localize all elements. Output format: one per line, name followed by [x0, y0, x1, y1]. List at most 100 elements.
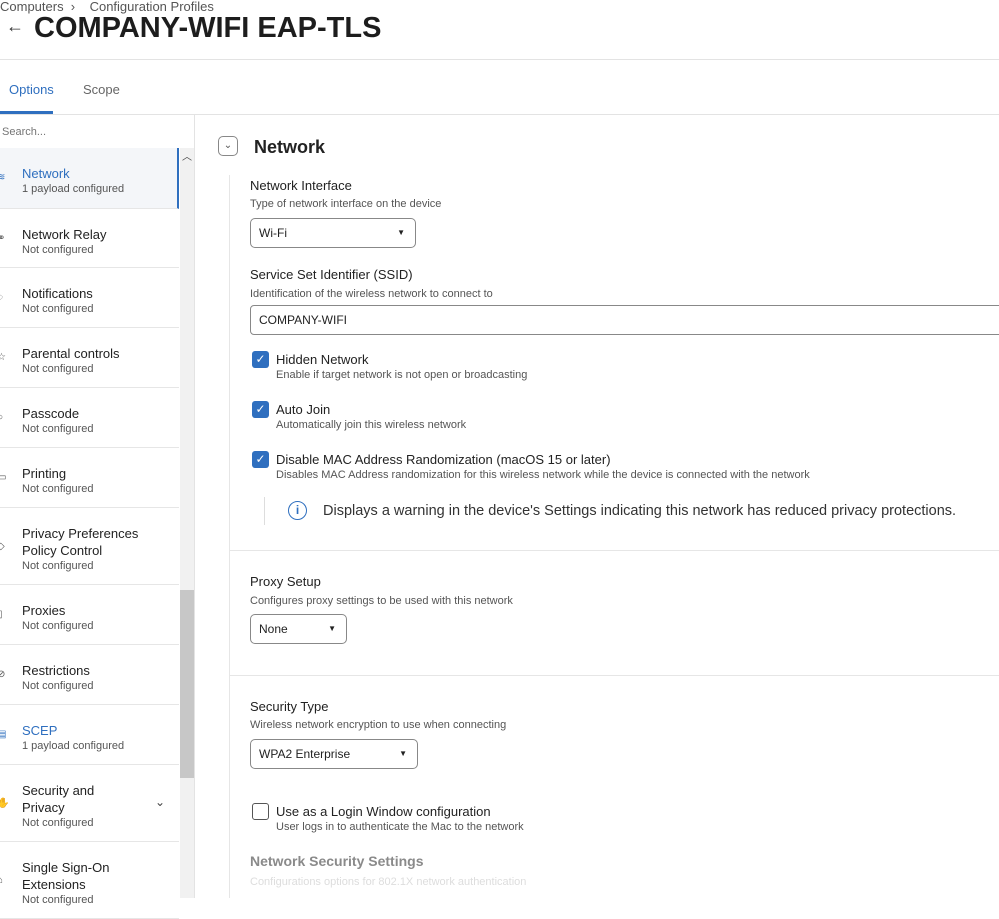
select-value: WPA2 Enterprise [259, 747, 351, 761]
auto-join-checkbox[interactable]: ✓ [252, 401, 269, 418]
sidebar-scrollbar[interactable] [180, 148, 194, 898]
scrollbar-thumb[interactable] [180, 590, 194, 778]
parental-icon: ☆ [0, 352, 6, 363]
proxy-setup-select[interactable]: None ▼ [250, 614, 347, 644]
security-type-select[interactable]: WPA2 Enterprise ▼ [250, 739, 418, 769]
warning-bar [264, 497, 265, 525]
login-window-label: Use as a Login Window configuration [276, 804, 491, 819]
sidebar-item-status: 1 payload configured [22, 183, 125, 195]
sidebar-item-label: Single Sign-On Extensions [22, 860, 110, 892]
sidebar-item-proxies[interactable]: ▯ Proxies Not configured [0, 585, 179, 645]
security-type-desc: Wireless network encryption to use when … [250, 719, 507, 731]
sidebar-item-label: Notifications [22, 286, 93, 301]
printer-icon: ▭ [0, 472, 7, 483]
wifi-icon: ≋ [0, 172, 6, 183]
caret-down-icon: ▼ [328, 624, 336, 633]
divider [230, 550, 999, 551]
sidebar-item-status: 1 payload configured [22, 740, 125, 752]
network-interface-label: Network Interface [250, 178, 352, 193]
select-value: Wi-Fi [259, 226, 287, 240]
sidebar-item-restrictions[interactable]: ⊘ Restrictions Not configured [0, 645, 179, 705]
sidebar-item-single-sign-on[interactable]: ⌂ Single Sign-On Extensions Not configured [0, 842, 179, 919]
sidebar-item-label: Network Relay [22, 227, 107, 242]
sidebar-item-status: Not configured [22, 244, 94, 256]
sidebar-item-label: Parental controls [22, 346, 120, 361]
sidebar-item-status: Not configured [22, 894, 94, 906]
divider [194, 115, 195, 898]
sidebar-item-privacy-preferences[interactable]: ◇ Privacy Preferences Policy Control Not c… [0, 508, 179, 585]
disable-mac-randomization-checkbox[interactable]: ✓ [252, 451, 269, 468]
info-icon: i [288, 501, 307, 520]
sidebar-item-notifications[interactable]: ◌ Notifications Not configured [0, 268, 179, 328]
tab-scope[interactable]: Scope [83, 82, 120, 97]
proxy-setup-label: Proxy Setup [250, 574, 321, 589]
relay-icon: ⚭ [0, 233, 6, 244]
chevron-down-icon[interactable]: ⌄ [155, 795, 165, 809]
network-security-settings-heading: Network Security Settings [250, 853, 424, 869]
sidebar-item-label: Network [22, 166, 70, 181]
sidebar-item-status: Not configured [22, 483, 94, 495]
sidebar-item-status: Not configured [22, 423, 94, 435]
section-guide-line [229, 175, 230, 898]
hidden-network-label: Hidden Network [276, 352, 369, 367]
ssid-label: Service Set Identifier (SSID) [250, 267, 413, 282]
sidebar-item-status: Not configured [22, 620, 94, 632]
sidebar-item-status: Not configured [22, 363, 94, 375]
proxy-setup-desc: Configures proxy settings to be used wit… [250, 595, 513, 607]
sidebar-item-status: Not configured [22, 680, 94, 692]
sidebar-item-label: SCEP [22, 723, 58, 738]
shield-icon: ◇ [0, 541, 5, 552]
caret-down-icon: ▼ [397, 228, 405, 237]
hidden-network-desc: Enable if target network is not open or … [276, 369, 528, 381]
caret-down-icon: ▼ [399, 749, 407, 758]
login-window-desc: User logs in to authenticate the Mac to … [276, 821, 524, 833]
sidebar-item-label: Passcode [22, 406, 80, 421]
section-title: Network [254, 137, 326, 157]
page-title: COMPANY-WIFI EAP-TLS [34, 12, 382, 44]
network-interface-desc: Type of network interface on the device [250, 198, 442, 210]
sidebar-item-label: Restrictions [22, 663, 90, 678]
sidebar-item-label: Security and Privacy [22, 783, 95, 815]
sidebar-item-label: Privacy Preferences Policy Control [22, 526, 139, 558]
hidden-network-checkbox[interactable]: ✓ [252, 351, 269, 368]
chevron-up-icon[interactable]: ︿ [182, 148, 192, 163]
restriction-icon: ⊘ [0, 669, 6, 680]
network-security-settings-desc: Configurations options for 802.1X networ… [250, 876, 527, 888]
tab-options[interactable]: Options [9, 82, 54, 97]
divider [0, 59, 999, 60]
sidebar-item-network[interactable]: ≋ Network 1 payload configured [0, 148, 179, 209]
sidebar-item-status: Not configured [22, 303, 94, 315]
auto-join-label: Auto Join [276, 402, 331, 417]
sidebar-item-printing[interactable]: ▭ Printing Not configured [0, 448, 179, 508]
ssid-input[interactable]: COMPANY-WIFI [250, 305, 999, 335]
sidebar-item-network-relay[interactable]: ⚭ Network Relay Not configured [0, 209, 179, 268]
sidebar-item-security-and-privacy[interactable]: ✋ Security and Privacy Not configured ⌄ [0, 765, 179, 842]
back-arrow-icon[interactable]: ← [6, 16, 24, 37]
sidebar-item-scep[interactable]: ▤ SCEP 1 payload configured [0, 705, 179, 765]
search-input[interactable] [2, 126, 172, 138]
login-window-checkbox[interactable] [252, 803, 269, 820]
disable-mac-randomization-desc: Disables MAC Address randomization for t… [276, 469, 810, 481]
security-type-label: Security Type [250, 699, 329, 714]
auto-join-desc: Automatically join this wireless network [276, 419, 467, 431]
divider [230, 675, 999, 676]
sidebar-item-label: Proxies [22, 603, 66, 618]
sidebar-item-label: Printing [22, 466, 67, 481]
sidebar-item-parental-controls[interactable]: ☆ Parental controls Not configured [0, 328, 179, 388]
certificate-icon: ▤ [0, 729, 7, 740]
ssid-desc: Identification of the wireless network t… [250, 288, 493, 300]
collapse-section-button[interactable]: ⌄ [218, 136, 238, 156]
sidebar-item-status: Not configured [22, 817, 94, 829]
privacy-warning: Displays a warning in the device's Setti… [323, 503, 957, 519]
bell-icon: ◌ [0, 292, 3, 303]
sidebar-item-status: Not configured [22, 560, 94, 572]
select-value: None [259, 622, 288, 636]
sidebar-item-passcode[interactable]: ○ Passcode Not configured [0, 388, 179, 448]
passcode-icon: ○ [0, 412, 4, 423]
disable-mac-randomization-label: Disable MAC Address Randomization (macOS… [276, 452, 611, 467]
divider [0, 114, 999, 115]
hand-icon: ✋ [0, 798, 10, 809]
sso-icon: ⌂ [0, 875, 4, 886]
network-interface-select[interactable]: Wi-Fi ▼ [250, 218, 416, 248]
proxy-icon: ▯ [0, 609, 3, 620]
